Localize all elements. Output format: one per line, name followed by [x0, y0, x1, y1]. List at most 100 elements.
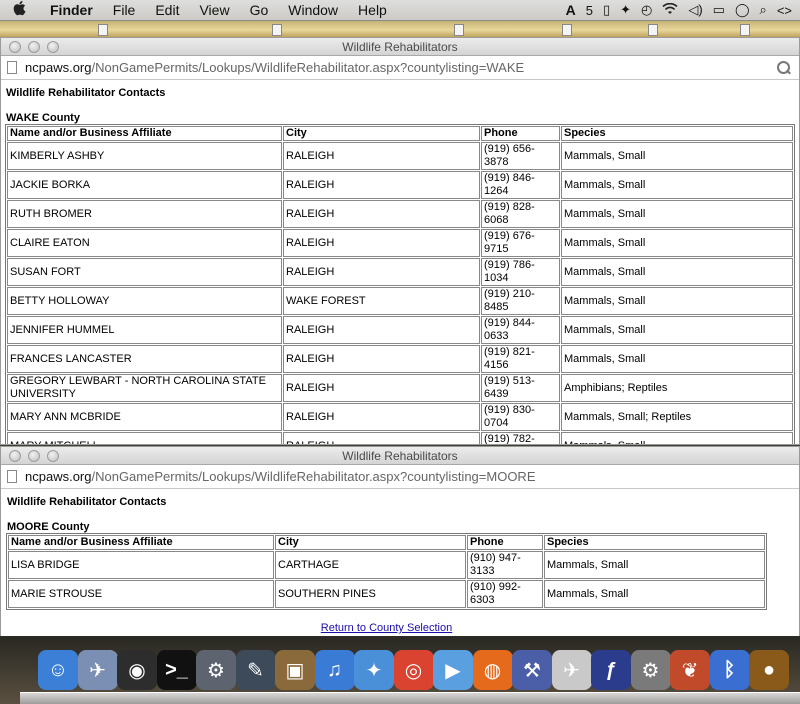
- window-title: Wildlife Rehabilitators: [342, 449, 458, 463]
- address-bar[interactable]: ncpaws.org /NonGamePermits/Lookups/Wildl…: [1, 465, 799, 489]
- desktop-file-icon[interactable]: [562, 24, 572, 36]
- adobe-icon[interactable]: A: [566, 2, 576, 18]
- cell-city: WAKE FOREST: [283, 287, 480, 315]
- iphoto-icon[interactable]: ▣: [275, 650, 315, 690]
- acorn-icon[interactable]: ●: [749, 650, 789, 690]
- document-icon[interactable]: ▯: [603, 2, 610, 18]
- code-brackets-icon[interactable]: <>: [777, 3, 792, 18]
- itunes-icon[interactable]: ♫: [314, 650, 355, 690]
- firefox-icon[interactable]: ◍: [472, 650, 513, 690]
- minimize-button[interactable]: [28, 450, 40, 462]
- cell-city: RALEIGH: [283, 258, 480, 286]
- cell-species: Mammals, Small: [561, 200, 793, 228]
- terminal-icon[interactable]: >_: [156, 650, 197, 690]
- cell-species: Mammals, Small: [561, 316, 793, 344]
- apple-menu-icon[interactable]: [0, 0, 40, 21]
- script-editor-icon[interactable]: ✎: [235, 650, 276, 690]
- close-button[interactable]: [9, 450, 21, 462]
- menu-file[interactable]: File: [103, 2, 146, 18]
- return-to-county-selection-link[interactable]: Return to County Selection: [6, 622, 767, 634]
- flash-icon[interactable]: ƒ: [591, 650, 631, 690]
- window-titlebar[interactable]: Wildlife Rehabilitators: [1, 447, 799, 465]
- desktop-file-icon[interactable]: [648, 24, 658, 36]
- cell-name: MARY MITCHELL: [7, 432, 282, 444]
- time-machine-icon[interactable]: ◴: [641, 2, 652, 18]
- disk-utility-icon[interactable]: ⚙: [196, 650, 236, 690]
- cell-phone: (919) 656-3878: [481, 142, 560, 170]
- menu-window[interactable]: Window: [278, 2, 348, 18]
- cell-species: Mammals, Small: [561, 142, 793, 170]
- xcode-icon[interactable]: ⚒: [512, 650, 552, 690]
- table-row: BETTY HOLLOWAY WAKE FOREST (919) 210-8485 M…: [7, 287, 793, 315]
- fruit-app-icon[interactable]: ❦: [670, 650, 710, 690]
- cell-city: RALEIGH: [283, 142, 480, 170]
- page-content: Wildlife Rehabilitator Contacts WAKE Cou…: [1, 80, 799, 444]
- close-button[interactable]: [9, 41, 21, 53]
- chrome-icon[interactable]: ◎: [393, 650, 434, 690]
- safari-icon[interactable]: ✦: [354, 650, 394, 690]
- column-header-city: City: [283, 126, 480, 141]
- desktop-file-icon[interactable]: [740, 24, 750, 36]
- window-title: Wildlife Rehabilitators: [342, 40, 458, 54]
- table-row: SUSAN FORT RALEIGH (919) 786-1034 Mammals, …: [7, 258, 793, 286]
- column-header-name: Name and/or Business Affiliate: [7, 126, 282, 141]
- cell-city: CARTHAGE: [275, 551, 466, 579]
- wifi-icon[interactable]: [662, 2, 678, 18]
- airplane-app-icon[interactable]: ✈: [551, 650, 592, 690]
- url-path: /NonGamePermits/Lookups/WildlifeRehabili…: [91, 60, 525, 75]
- dashboard-icon[interactable]: ◉: [117, 650, 157, 690]
- desktop-file-icon[interactable]: [98, 24, 108, 36]
- browser-window-wake: Wildlife Rehabilitators ncpaws.org /NonG…: [0, 37, 800, 445]
- table-header-row: Name and/or Business Affiliate City Phon…: [7, 126, 793, 141]
- zoom-button[interactable]: [47, 41, 59, 53]
- dock-shelf: [20, 692, 800, 704]
- system-preferences-icon[interactable]: ⚙: [630, 650, 671, 690]
- menu-bar: Finder File Edit View Go Window Help A 5…: [0, 0, 800, 21]
- minimize-button[interactable]: [28, 41, 40, 53]
- page-icon: [7, 61, 17, 74]
- menu-go[interactable]: Go: [240, 2, 279, 18]
- chat-icon[interactable]: ◯: [735, 2, 750, 18]
- desktop-icons: [0, 22, 800, 36]
- menubar-status-area: A 5 ▯ ✦ ◴ ◁) ▭ ◯ ⌕ <>: [566, 2, 800, 18]
- cell-name: JENNIFER HUMMEL: [7, 316, 282, 344]
- column-header-species: Species: [544, 535, 765, 550]
- cell-name: MARY ANN MCBRIDE: [7, 403, 282, 431]
- desktop-file-icon[interactable]: [454, 24, 464, 36]
- menu-help[interactable]: Help: [348, 2, 397, 18]
- zoom-button[interactable]: [47, 450, 59, 462]
- county-title: MOORE County: [7, 521, 90, 533]
- adobe-update-count: 5: [585, 2, 593, 18]
- cell-name: GREGORY LEWBART - NORTH CAROLINA STATE U…: [7, 374, 282, 402]
- table-row: LISA BRIDGE CARTHAGE (910) 947-3133 Mammals…: [8, 551, 765, 579]
- address-bar[interactable]: ncpaws.org /NonGamePermits/Lookups/Wildl…: [1, 56, 799, 80]
- cell-name: BETTY HOLLOWAY: [7, 287, 282, 315]
- window-controls: [9, 450, 59, 462]
- bluetooth-icon[interactable]: ᛒ: [709, 650, 750, 690]
- finder-icon[interactable]: ☺: [38, 650, 78, 690]
- preview-icon[interactable]: ✈: [77, 650, 118, 690]
- cell-species: Mammals, Small: [561, 171, 793, 199]
- url-domain: ncpaws.org: [25, 469, 92, 484]
- search-icon[interactable]: [777, 60, 791, 75]
- battery-icon[interactable]: ▭: [713, 2, 725, 18]
- county-title: WAKE County: [6, 112, 80, 124]
- cell-name: JACKIE BORKA: [7, 171, 282, 199]
- cell-city: RALEIGH: [283, 374, 480, 402]
- volume-icon[interactable]: ◁): [688, 2, 702, 18]
- table-row: KIMBERLY ASHBY RALEIGH (919) 656-3878 Mamma…: [7, 142, 793, 170]
- window-titlebar[interactable]: Wildlife Rehabilitators: [1, 38, 799, 56]
- menu-view[interactable]: View: [189, 2, 239, 18]
- desktop-file-icon[interactable]: [272, 24, 282, 36]
- column-header-phone: Phone: [481, 126, 560, 141]
- facetime-icon[interactable]: ▶: [433, 650, 473, 690]
- menu-finder[interactable]: Finder: [40, 2, 103, 18]
- cell-species: Mammals, Small: [544, 580, 765, 608]
- table-row: MARIE STROUSE SOUTHERN PINES (910) 992-630…: [8, 580, 765, 608]
- rocket-icon[interactable]: ✦: [620, 2, 631, 18]
- menu-edit[interactable]: Edit: [145, 2, 189, 18]
- table-header-row: Name and/or Business Affiliate City Phon…: [8, 535, 765, 550]
- page-icon: [7, 470, 17, 483]
- spotlight-icon[interactable]: ⌕: [760, 2, 767, 18]
- cell-city: RALEIGH: [283, 171, 480, 199]
